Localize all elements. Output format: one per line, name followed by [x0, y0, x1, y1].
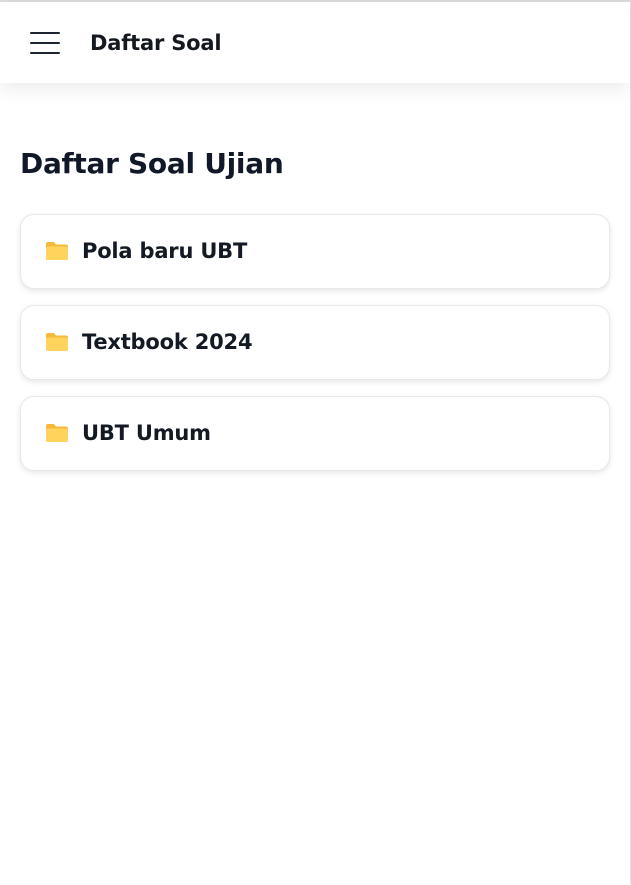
folder-item-ubt-umum[interactable]: UBT Umum: [20, 396, 610, 471]
app-bar-title: Daftar Soal: [90, 31, 222, 55]
folder-item-pola-baru-ubt[interactable]: Pola baru UBT: [20, 214, 610, 289]
hamburger-menu-icon[interactable]: [24, 24, 66, 64]
folder-item-textbook-2024[interactable]: Textbook 2024: [20, 305, 610, 380]
folder-label: UBT Umum: [82, 421, 211, 445]
folder-label: Textbook 2024: [82, 330, 253, 354]
folder-icon: [45, 423, 69, 443]
menu-bar-line: [30, 52, 60, 54]
app-bar: Daftar Soal: [0, 2, 630, 83]
page-title: Daftar Soal Ujian: [20, 147, 284, 180]
folder-label: Pola baru UBT: [82, 239, 248, 263]
folder-icon: [45, 332, 69, 352]
menu-bar-line: [30, 42, 60, 44]
menu-bar-line: [30, 32, 60, 34]
folder-list: Pola baru UBT Textbook 2024 UBT Umum: [20, 214, 610, 487]
app-window: Daftar Soal Daftar Soal Ujian Pola baru …: [0, 0, 631, 884]
folder-icon: [45, 241, 69, 261]
